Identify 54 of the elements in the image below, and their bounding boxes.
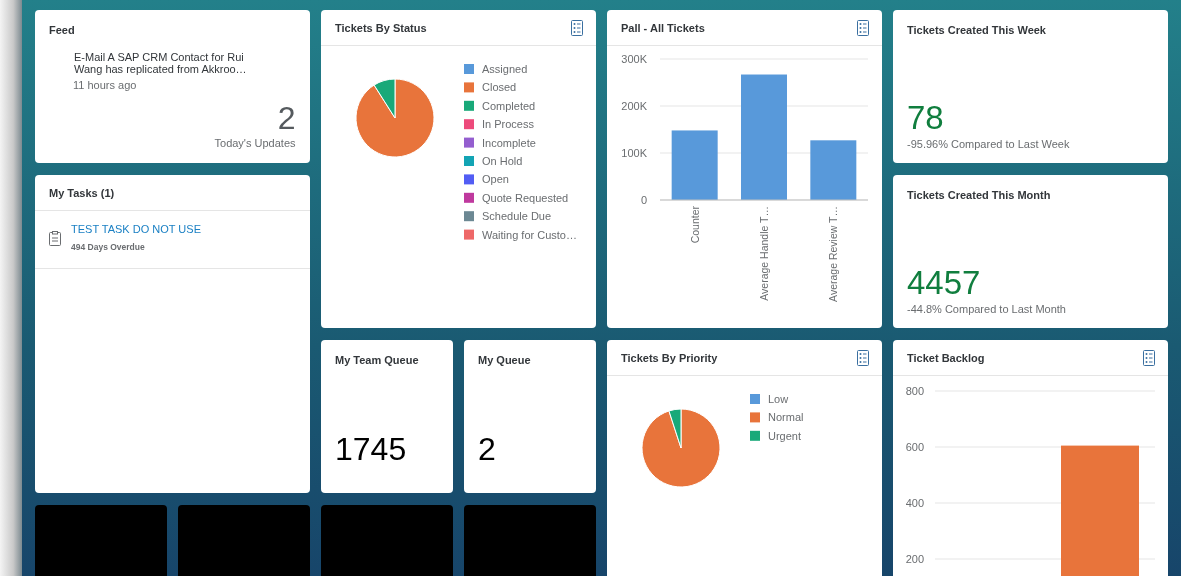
tile-title: Ticket Backlog: [907, 351, 985, 364]
legend-label: Incomplete: [482, 136, 536, 149]
axis-tick-label: 200K: [621, 100, 647, 112]
legend-label: On Hold: [482, 155, 523, 167]
axis-tick-label: 300K: [621, 53, 647, 65]
tile-title: Tickets By Status: [335, 21, 427, 34]
tile-title: Tickets By Priority: [621, 351, 718, 364]
tile-title: My Tasks (1): [49, 186, 115, 199]
tile-title: Feed: [49, 24, 75, 36]
update-count-label: Today's Updates: [214, 137, 296, 149]
task-due: 494 Days Overdue: [71, 242, 146, 252]
bar: [671, 130, 718, 200]
tile-title: Tickets Created This Week: [907, 24, 1046, 36]
task-link[interactable]: TEST TASK DO NOT USE: [71, 223, 201, 235]
tile-title: My Queue: [478, 354, 531, 366]
list-icon[interactable]: [856, 349, 869, 366]
axis-category-label: Average Handle T…: [758, 206, 770, 301]
list-icon[interactable]: [1142, 349, 1155, 366]
legend-label: Assigned: [482, 63, 528, 75]
kpi-comparison: -44.8% Compared to Last Month: [907, 303, 1067, 315]
list-icon[interactable]: [570, 19, 583, 36]
axis-category-label: Counter: [688, 206, 701, 244]
legend-label: Normal: [768, 411, 804, 424]
axis-tick-label: 400: [905, 497, 924, 509]
feed-time: 11 hours ago: [73, 79, 138, 91]
update-count: 2: [277, 101, 296, 135]
axis-tick-label: 100K: [621, 147, 647, 159]
axis-tick-label: 600: [905, 441, 924, 453]
bar: [810, 140, 857, 200]
feed-tile[interactable]: Feed E-Mail A SAP CRM Contact for Rui Wang has replicated from Akkroo… 11 hours ago 2 Today's Updates: [35, 10, 310, 163]
axis-tick-label: 0: [640, 194, 647, 206]
legend-label: Low: [768, 393, 789, 405]
tile-title: My Team Queue: [335, 354, 419, 366]
axis-category-label: Average Review T…: [827, 206, 840, 302]
legend-label: Waiting for Custo…: [482, 228, 577, 241]
axis-tick-label: 800: [905, 385, 924, 397]
kpi-comparison: -95.96% Compared to Last Week: [907, 138, 1071, 150]
legend-label: Open: [482, 173, 509, 186]
axis-tick-label: 200: [905, 553, 924, 565]
legend-label: Urgent: [768, 429, 802, 442]
legend-label: Completed: [482, 99, 536, 112]
legend-label: In Process: [482, 118, 534, 131]
clipboard-icon: [49, 231, 61, 246]
legend-label: Closed: [482, 81, 517, 94]
legend-label: Quote Requested: [482, 191, 569, 204]
tile-title: Tickets Created This Month: [907, 189, 1051, 201]
list-icon[interactable]: [856, 19, 869, 36]
legend-label: Schedule Due: [482, 210, 552, 223]
kpi-value: 78: [907, 100, 945, 136]
tile-title: Pall - All Tickets: [621, 21, 705, 34]
queue-count: 1745: [334, 431, 408, 468]
kpi-value: 4457: [907, 265, 982, 301]
feed-message: E-Mail A SAP CRM Contact for Rui Wang has replicated from Akkroo…: [74, 51, 248, 75]
queue-count: 2: [477, 431, 497, 468]
